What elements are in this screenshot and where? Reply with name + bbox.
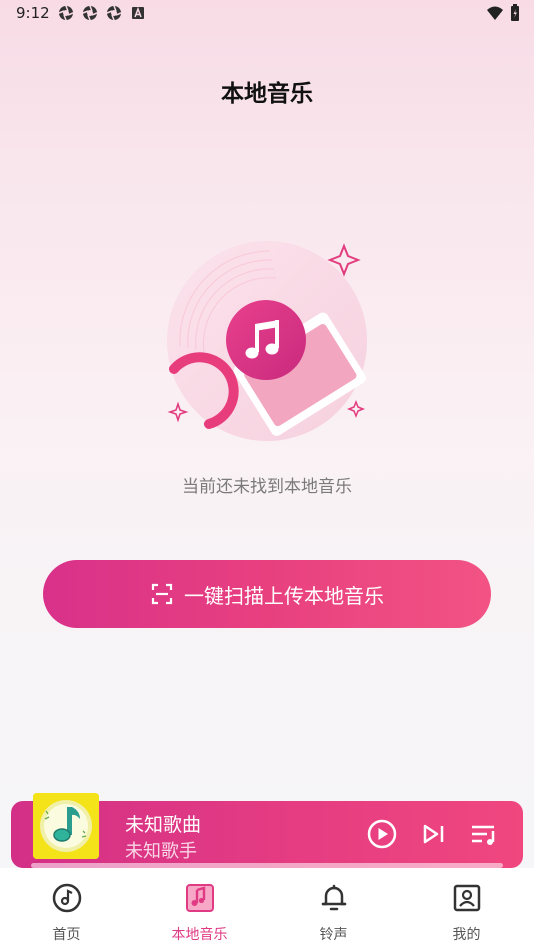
a-box-icon xyxy=(132,6,144,19)
battery-charging-icon xyxy=(511,4,519,21)
skip-next-icon[interactable] xyxy=(416,817,450,851)
playlist-icon[interactable] xyxy=(467,817,501,851)
status-bar: 9:12 xyxy=(0,0,534,28)
tab-label-mine: 我的 xyxy=(452,927,481,943)
bottom-tab-bar: 首页 本地音乐 铃声 我的 xyxy=(0,868,534,950)
tab-label-ringtones: 铃声 xyxy=(319,927,348,943)
song-title: 未知歌曲 xyxy=(125,814,202,836)
notification-icons xyxy=(58,5,146,21)
music-disc-icon xyxy=(52,883,81,913)
empty-music-illustration xyxy=(167,241,367,441)
aperture-icon xyxy=(106,5,122,21)
music-note-art-icon xyxy=(33,793,99,859)
page-title: 本地音乐 xyxy=(221,81,313,107)
music-note-card-icon xyxy=(185,884,214,912)
aperture-icon xyxy=(82,5,98,21)
tab-label-home: 首页 xyxy=(52,927,81,943)
album-art[interactable] xyxy=(33,793,99,859)
profile-card-icon xyxy=(453,884,480,912)
scan-local-music-button[interactable]: 一键扫描上传本地音乐 xyxy=(43,560,491,628)
scan-button-label: 一键扫描上传本地音乐 xyxy=(184,583,384,608)
scan-icon xyxy=(151,583,173,605)
tab-local-music[interactable]: 本地音乐 xyxy=(133,868,266,950)
song-artist: 未知歌手 xyxy=(125,841,197,862)
tab-label-local-music: 本地音乐 xyxy=(171,927,228,943)
mini-player[interactable]: 未知歌曲 未知歌手 xyxy=(11,793,523,868)
play-icon[interactable] xyxy=(365,817,399,851)
bell-icon xyxy=(321,884,346,911)
tab-mine[interactable]: 我的 xyxy=(400,868,533,950)
wifi-icon xyxy=(487,6,503,20)
aperture-icon xyxy=(58,5,74,21)
tab-home[interactable]: 首页 xyxy=(0,868,133,950)
status-time: 9:12 xyxy=(16,4,50,22)
tab-ringtones[interactable]: 铃声 xyxy=(267,868,400,950)
system-icons xyxy=(486,4,520,22)
empty-state-message: 当前还未找到本地音乐 xyxy=(182,477,352,497)
